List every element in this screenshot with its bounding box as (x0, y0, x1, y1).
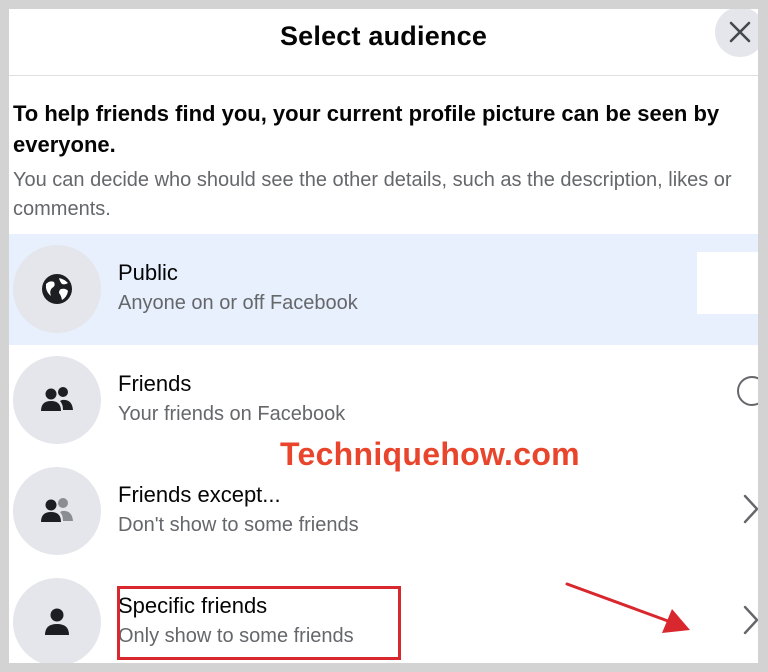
audience-info: To help friends find you, your current p… (13, 98, 758, 224)
dialog: Select audience To help friends find you… (0, 0, 768, 672)
globe-icon (42, 274, 72, 304)
info-description: You can decide who should see the other … (13, 169, 732, 220)
annotation-highlight-box (117, 586, 401, 660)
option-public[interactable]: Public Anyone on or off Facebook (9, 234, 758, 345)
dialog-title: Select audience (279, 21, 488, 51)
info-heading: To help friends find you, your current p… (13, 101, 720, 157)
radio-selected[interactable] (697, 252, 758, 314)
option-title: Public (118, 260, 178, 285)
friends-icon (41, 387, 73, 411)
option-icon-bg (13, 245, 101, 333)
chevron-right-icon (743, 605, 758, 635)
option-title: Friends (118, 371, 192, 396)
option-icon-bg (13, 467, 101, 555)
friends-except-icon (41, 498, 73, 522)
option-subtitle: Anyone on or off Facebook (118, 292, 358, 314)
person-icon (45, 608, 69, 635)
radio-button[interactable] (737, 376, 758, 406)
option-icon-bg (13, 578, 101, 663)
chevron-right-icon (743, 494, 758, 524)
option-subtitle: Your friends on Facebook (118, 403, 346, 425)
close-button[interactable] (715, 9, 758, 57)
annotation-arrow-icon (565, 582, 690, 633)
option-subtitle: Don't show to some friends (118, 514, 359, 536)
option-icon-bg (13, 356, 101, 444)
watermark-text: Techniquehow.com (280, 436, 580, 472)
close-icon (729, 21, 751, 43)
option-title: Friends except... (118, 482, 281, 507)
dialog-header: Select audience (9, 9, 758, 76)
